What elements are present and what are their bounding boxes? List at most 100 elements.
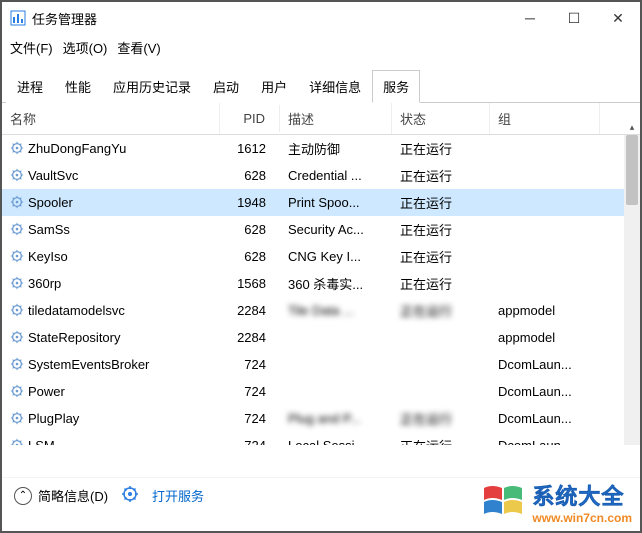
tabs: 进程性能应用历史记录启动用户详细信息服务 xyxy=(2,69,640,103)
cell-description: Print Spoo... xyxy=(280,195,392,210)
cell-status: 正在运行 xyxy=(392,220,490,239)
column-group[interactable]: 组 xyxy=(490,103,600,134)
cell-name: tiledatamodelsvc xyxy=(2,303,220,318)
cell-pid: 2284 xyxy=(220,303,280,318)
cell-pid: 2284 xyxy=(220,330,280,345)
table-row[interactable]: LSM724Local Sessi...正在运行DcomLaun... xyxy=(2,432,640,445)
tab-4[interactable]: 用户 xyxy=(250,70,298,103)
table-row[interactable]: tiledatamodelsvc2284Tile Data ...正在运行app… xyxy=(2,297,640,324)
table-row[interactable]: VaultSvc628Credential ...正在运行 xyxy=(2,162,640,189)
window-title: 任务管理器 xyxy=(32,9,508,28)
cell-status: 正在运行 xyxy=(392,436,490,445)
services-icon xyxy=(122,486,138,505)
app-icon xyxy=(10,10,26,26)
cell-status: 正在运行 xyxy=(392,301,490,320)
vertical-scrollbar[interactable]: ▴ ▾ xyxy=(624,135,640,445)
cell-status: 正在运行 xyxy=(392,247,490,266)
chevron-up-icon: ⌃ xyxy=(14,487,32,505)
cell-description: Credential ... xyxy=(280,168,392,183)
close-button[interactable]: ✕ xyxy=(596,2,640,34)
column-name[interactable]: 名称 xyxy=(2,103,220,134)
service-icon xyxy=(10,438,24,445)
cell-name: SamSs xyxy=(2,222,220,237)
cell-description: Local Sessi... xyxy=(280,438,392,445)
table-row[interactable]: StateRepository2284 appmodel xyxy=(2,324,640,351)
tab-6[interactable]: 服务 xyxy=(372,70,420,103)
fewer-details-button[interactable]: ⌃ 简略信息(D) xyxy=(14,486,108,505)
column-pid[interactable]: PID xyxy=(220,105,280,132)
fewer-details-label: 简略信息(D) xyxy=(38,486,108,505)
tab-1[interactable]: 性能 xyxy=(54,70,102,103)
windows-logo-icon xyxy=(482,482,526,522)
cell-pid: 1948 xyxy=(220,195,280,210)
cell-name: Power xyxy=(2,384,220,399)
cell-pid: 1568 xyxy=(220,276,280,291)
cell-name: StateRepository xyxy=(2,330,220,345)
cell-name: SystemEventsBroker xyxy=(2,357,220,372)
service-icon xyxy=(10,303,24,317)
cell-group: appmodel xyxy=(490,330,600,345)
tab-0[interactable]: 进程 xyxy=(6,70,54,103)
service-icon xyxy=(10,222,24,236)
table-body: ZhuDongFangYu1612主动防御正在运行VaultSvc628Cred… xyxy=(2,135,640,445)
minimize-button[interactable]: ─ xyxy=(508,2,552,34)
menu-view[interactable]: 查看(V) xyxy=(117,38,160,57)
service-icon xyxy=(10,411,24,425)
cell-description: Tile Data ... xyxy=(280,303,392,318)
cell-status: 正在运行 xyxy=(392,193,490,212)
column-status[interactable]: 状态 xyxy=(392,103,490,134)
open-services-link[interactable]: 打开服务 xyxy=(152,486,204,505)
table-header: 名称 PID 描述 状态 组 xyxy=(2,103,640,135)
cell-pid: 628 xyxy=(220,222,280,237)
cell-group: DcomLaun... xyxy=(490,438,600,445)
cell-name: Spooler xyxy=(2,195,220,210)
maximize-button[interactable]: ☐ xyxy=(552,2,596,34)
table-row[interactable]: ZhuDongFangYu1612主动防御正在运行 xyxy=(2,135,640,162)
cell-description: Security Ac... xyxy=(280,222,392,237)
menu-file[interactable]: 文件(F) xyxy=(10,38,53,57)
service-icon xyxy=(10,384,24,398)
table-row[interactable]: 360rp1568360 杀毒实...正在运行 xyxy=(2,270,640,297)
scroll-up-arrow[interactable]: ▴ xyxy=(624,119,640,135)
cell-description: 主动防御 xyxy=(280,139,392,158)
scroll-down-arrow[interactable]: ▾ xyxy=(624,447,640,448)
cell-pid: 724 xyxy=(220,411,280,426)
menu-options[interactable]: 选项(O) xyxy=(63,38,108,57)
service-icon xyxy=(10,357,24,371)
table-row[interactable]: PlugPlay724Plug and P...正在运行DcomLaun... xyxy=(2,405,640,432)
cell-group: DcomLaun... xyxy=(490,384,600,399)
tab-3[interactable]: 启动 xyxy=(202,70,250,103)
table-row[interactable]: SamSs628Security Ac...正在运行 xyxy=(2,216,640,243)
cell-pid: 724 xyxy=(220,357,280,372)
titlebar: 任务管理器 ─ ☐ ✕ xyxy=(2,2,640,34)
scrollbar-thumb[interactable] xyxy=(626,135,638,205)
cell-description: Plug and P... xyxy=(280,411,392,426)
column-description[interactable]: 描述 xyxy=(280,103,392,134)
cell-name: LSM xyxy=(2,438,220,445)
cell-name: ZhuDongFangYu xyxy=(2,141,220,156)
cell-name: 360rp xyxy=(2,276,220,291)
cell-group: appmodel xyxy=(490,303,600,318)
window-controls: ─ ☐ ✕ xyxy=(508,2,640,34)
table-row[interactable]: SystemEventsBroker724 DcomLaun... xyxy=(2,351,640,378)
cell-name: VaultSvc xyxy=(2,168,220,183)
cell-group: DcomLaun... xyxy=(490,357,600,372)
service-icon xyxy=(10,195,24,209)
service-icon xyxy=(10,168,24,182)
table-row[interactable]: Power724 DcomLaun... xyxy=(2,378,640,405)
service-icon xyxy=(10,330,24,344)
cell-pid: 628 xyxy=(220,249,280,264)
service-icon xyxy=(10,141,24,155)
cell-status: 正在运行 xyxy=(392,166,490,185)
watermark-url: www.win7cn.com xyxy=(532,511,632,525)
table-row[interactable]: Spooler1948Print Spoo...正在运行 xyxy=(2,189,640,216)
cell-description: 360 杀毒实... xyxy=(280,274,392,293)
cell-pid: 628 xyxy=(220,168,280,183)
service-icon xyxy=(10,276,24,290)
tab-2[interactable]: 应用历史记录 xyxy=(102,70,202,103)
table-row[interactable]: KeyIso628CNG Key I...正在运行 xyxy=(2,243,640,270)
tab-5[interactable]: 详细信息 xyxy=(298,70,372,103)
cell-pid: 724 xyxy=(220,384,280,399)
cell-name: KeyIso xyxy=(2,249,220,264)
cell-description: CNG Key I... xyxy=(280,249,392,264)
